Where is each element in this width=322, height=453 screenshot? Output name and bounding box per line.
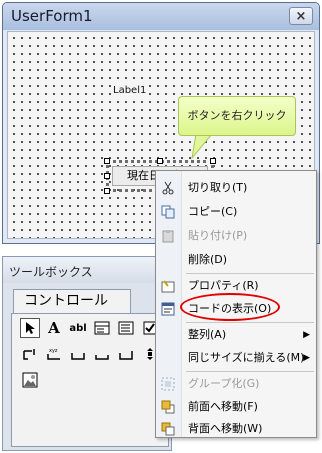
toolbox-panel: A abl xyz <box>11 313 169 447</box>
textbox-tool[interactable]: abl <box>68 318 88 338</box>
bring-to-front-icon <box>160 399 176 415</box>
label-tool[interactable]: A <box>44 318 64 338</box>
menu-item-delete[interactable]: 削除(D) <box>156 249 316 271</box>
close-button[interactable]: × <box>289 7 313 25</box>
listbox-icon <box>118 321 134 335</box>
close-icon: × <box>295 8 307 24</box>
resize-handle-sw[interactable] <box>104 188 110 194</box>
resize-handle-nw[interactable] <box>104 158 110 164</box>
tabstrip-tool[interactable] <box>116 344 136 364</box>
menu-item-label: 整列(A) <box>188 328 227 341</box>
menu-item-make-same-size[interactable]: 同じサイズに揃える(M) ▶ <box>156 347 316 369</box>
menu-item-paste: 貼り付け(P) <box>156 225 316 247</box>
copy-icon <box>160 204 176 220</box>
option-button-icon <box>23 349 35 360</box>
tab-controls[interactable]: コントロール <box>13 289 131 313</box>
textbox-tool-icon: abl <box>69 322 87 334</box>
userform-title: UserForm1 <box>11 7 93 25</box>
menu-item-group: グループ化(G) <box>156 373 316 395</box>
userform-titlebar[interactable]: UserForm1 × <box>3 3 319 30</box>
submenu-arrow-icon: ▶ <box>303 330 310 340</box>
toolbox-title: ツールボックス <box>9 265 93 279</box>
menu-item-label: 前面へ移動(F) <box>188 400 258 413</box>
menu-item-label: 削除(D) <box>188 253 228 266</box>
menu-item-send-to-back[interactable]: 背面へ移動(W) <box>156 418 316 440</box>
callout-bubble: ボタンを右クリック <box>178 96 296 136</box>
menu-item-label: コピー(C) <box>188 205 238 218</box>
menu-item-label: 同じサイズに揃える(M) <box>188 351 305 364</box>
command-button-icon <box>95 355 109 360</box>
code-window-icon <box>160 301 176 317</box>
svg-text:xyz: xyz <box>49 348 58 354</box>
highlight-circle <box>180 293 280 321</box>
group-icon <box>160 376 176 392</box>
frame-tool[interactable] <box>68 344 88 364</box>
image-icon <box>22 372 38 388</box>
combobox-icon <box>94 321 110 335</box>
commandbutton-tool[interactable] <box>92 344 112 364</box>
paste-icon <box>160 228 176 244</box>
toggle-button-icon: xyz <box>47 348 60 360</box>
label-tool-icon: A <box>48 319 60 337</box>
menu-item-align[interactable]: 整列(A) ▶ <box>156 324 316 346</box>
resize-handle-w[interactable] <box>104 173 110 179</box>
menu-item-copy[interactable]: コピー(C) <box>156 201 316 223</box>
scissors-icon <box>160 180 176 196</box>
tab-strip-icon <box>119 351 133 360</box>
send-to-back-icon <box>160 421 176 437</box>
submenu-arrow-icon: ▶ <box>303 353 310 363</box>
label-control[interactable]: Label1 <box>113 85 147 96</box>
menu-separator <box>186 322 314 323</box>
menu-item-label: グループ化(G) <box>188 377 260 390</box>
toolbox-titlebar[interactable]: ツールボックス <box>3 257 171 283</box>
menu-separator <box>186 371 314 372</box>
resize-handle-ne[interactable] <box>210 158 216 164</box>
properties-icon <box>160 278 176 294</box>
menu-item-label: 背面へ移動(W) <box>188 422 263 435</box>
listbox-tool[interactable] <box>116 318 136 338</box>
menu-item-label: 切り取り(T) <box>188 181 248 194</box>
combobox-tool[interactable] <box>92 318 112 338</box>
menu-item-cut[interactable]: 切り取り(T) <box>156 177 316 199</box>
togglebutton-tool[interactable]: xyz <box>44 344 64 364</box>
menu-item-bring-to-front[interactable]: 前面へ移動(F) <box>156 396 316 418</box>
menu-separator <box>186 273 314 274</box>
toolbox-window: ツールボックス コントロール A abl xyz <box>2 256 172 451</box>
resize-handle-n[interactable] <box>157 158 163 164</box>
optionbutton-tool[interactable] <box>20 344 40 364</box>
pointer-tool[interactable] <box>20 318 40 338</box>
image-tool[interactable] <box>20 370 40 390</box>
pointer-icon <box>26 322 35 334</box>
frame-icon <box>71 353 85 360</box>
menu-item-label: 貼り付け(P) <box>188 229 248 242</box>
